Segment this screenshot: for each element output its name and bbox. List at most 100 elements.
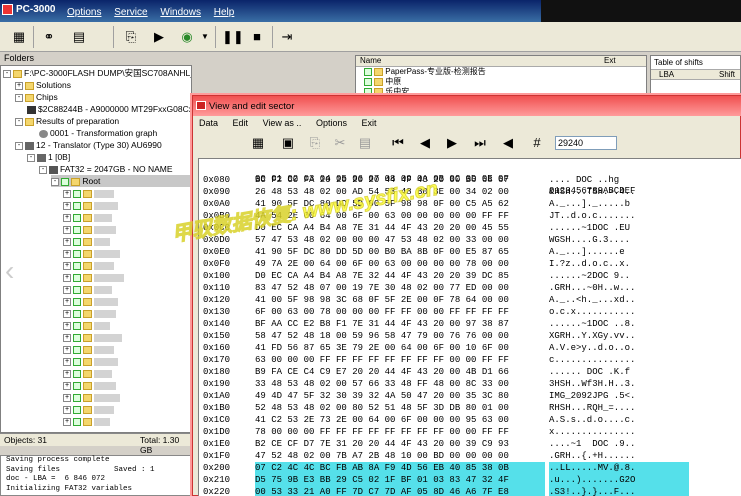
hex-row[interactable]: 0x1F0 47 52 48 02 00 7B A7 2B 48 10 00 BD…	[199, 450, 739, 462]
tree-child[interactable]: +	[63, 259, 115, 271]
tree-child[interactable]: +	[63, 379, 117, 391]
tree-child[interactable]: +	[63, 307, 117, 319]
hex-row[interactable]: 0x100 D0 EC CA A4 B4 A8 7E 32 44 4F 43 20…	[199, 270, 739, 282]
menu-data[interactable]: Data	[199, 118, 218, 128]
hex-row[interactable]: 0x090 26 48 53 48 02 00 AD 54 53 48 B0 3E…	[199, 186, 739, 198]
stop-icon[interactable]: ■	[250, 28, 264, 46]
menu-edit[interactable]: Edit	[233, 118, 249, 128]
menu-help[interactable]: Help	[214, 7, 235, 18]
tree-item-graph[interactable]: 0001 - Transformation graph	[39, 127, 157, 139]
menu-view-as[interactable]: View as ..	[263, 118, 302, 128]
hex-off: 0x200	[203, 463, 231, 473]
hex-row[interactable]: 0x1E0 B2 CE CF D7 7E 31 20 20 44 4F 43 20…	[199, 438, 739, 450]
prev-icon[interactable]: ◀	[418, 134, 432, 152]
hex-row[interactable]: 0x180 B9 FA CE C4 C9 E7 20 20 44 4F 43 20…	[199, 366, 739, 378]
hex-row[interactable]: 0x0F0 49 7A 2E 00 64 00 6F 00 63 00 00 00…	[199, 258, 739, 270]
globe-run-icon[interactable]: ◉	[176, 28, 198, 46]
tree-item-translator[interactable]: -12 - Translator (Type 30) AU6990	[15, 139, 162, 151]
hex-row[interactable]: 0x1A0 49 4D 47 5F 32 30 39 32 4A 50 47 20…	[199, 390, 739, 402]
hex-row[interactable]: 0x150 58 47 52 48 18 00 59 96 58 47 79 00…	[199, 330, 739, 342]
tree-item-chips[interactable]: - Chips	[15, 91, 58, 103]
tree-item-fat32[interactable]: - FAT32 = 2047GB - NO NAME	[39, 163, 173, 175]
last-icon[interactable]: ⏭	[473, 134, 487, 152]
hex-row[interactable]: 0x1C0 41 C2 53 2E 73 2E 00 64 00 6F 00 00…	[199, 414, 739, 426]
tree-child[interactable]: +	[63, 187, 115, 199]
tree-item-partition[interactable]: -1 [0B]	[27, 151, 70, 163]
tree-child[interactable]: +	[63, 271, 125, 283]
sector-input[interactable]	[555, 136, 617, 150]
play-icon[interactable]: ▶	[152, 28, 166, 46]
hex-asc: A._...]......e	[549, 247, 625, 257]
tree-item-solutions[interactable]: + Solutions	[15, 79, 71, 91]
chip-icon[interactable]: ▦	[10, 28, 28, 46]
first-icon[interactable]: ⏮	[391, 134, 405, 152]
tree-item-results[interactable]: - Results of preparation	[15, 115, 119, 127]
paste-icon[interactable]: ▤	[358, 134, 372, 152]
chevron-left-icon[interactable]: ‹	[5, 255, 14, 287]
hex-bytes: 78 00 00 00 FF FF FF FF FF FF FF FF 00 0…	[255, 427, 509, 437]
goto-icon[interactable]: #	[529, 134, 545, 152]
tree-child[interactable]: +	[63, 295, 119, 307]
menu-options[interactable]: Options	[67, 7, 101, 18]
col-ext[interactable]: Ext	[604, 56, 616, 65]
cut-icon[interactable]: ✂	[333, 134, 347, 152]
tree-child[interactable]: +	[63, 367, 113, 379]
hex-off: 0x120	[203, 295, 231, 305]
hex-bytes: 41 FD 56 87 65 3E 79 2E 00 64 00 6F 00 1…	[255, 343, 509, 353]
tree-child[interactable]: +	[63, 403, 115, 415]
tree-child[interactable]: +	[63, 391, 121, 403]
chevron-down-icon[interactable]: ▼	[200, 28, 210, 46]
tree-child[interactable]: +	[63, 415, 111, 427]
col-name[interactable]: Name	[360, 56, 381, 65]
tree-child[interactable]: +	[63, 199, 119, 211]
menu-options[interactable]: Options	[316, 118, 347, 128]
copy-icon[interactable]: ⎘	[308, 134, 322, 152]
tree-child[interactable]: +	[63, 355, 119, 367]
export-icon[interactable]: ⎘	[122, 28, 140, 46]
tree-child[interactable]: +	[63, 223, 117, 235]
hex-row[interactable]: 0x0E0 41 90 5F DC 80 DD 5D 00 B0 BA 8B 0F…	[199, 246, 739, 258]
log-line: Saving process complete	[6, 456, 110, 464]
next-icon[interactable]: ▶	[445, 134, 459, 152]
tree-child[interactable]: +	[63, 283, 113, 295]
grid-icon[interactable]: ▤	[70, 28, 88, 46]
hex-asc: I.?z..d.o.c..x.	[549, 259, 631, 269]
file-row[interactable]: PaperPass-专业版-检测报告	[364, 67, 646, 77]
binoculars-icon[interactable]: ⚭	[40, 28, 58, 46]
tree-item-root[interactable]: - Root	[51, 175, 191, 187]
menu-exit[interactable]: Exit	[361, 118, 376, 128]
tree-child[interactable]: +	[63, 343, 115, 355]
tree-root[interactable]: - F:\PC-3000FLASH DUMP\安国SC708ANHL_8G	[3, 67, 191, 79]
hex-row[interactable]: 0x200 07 C2 4C 4C BC FB AB 8A F9 4D 56 EB…	[199, 462, 739, 474]
col-shift[interactable]: Shift	[719, 70, 735, 79]
exit-icon[interactable]: ⇥	[280, 28, 294, 46]
hex-row[interactable]: 0x1D0 78 00 00 00 FF FF FF FF FF FF FF FF…	[199, 426, 739, 438]
file-row[interactable]: 中原	[364, 77, 646, 87]
hex-row[interactable]: 0x140 BF AA CC E2 B8 F1 7E 31 44 4F 43 20…	[199, 318, 739, 330]
hex-row[interactable]: 0x1B0 52 48 53 48 02 00 80 52 51 48 5F 3D…	[199, 402, 739, 414]
hex-row[interactable]: 0x170 63 00 00 00 FF FF FF FF FF FF FF FF…	[199, 354, 739, 366]
pause-icon[interactable]: ❚❚	[222, 28, 244, 46]
tree-child[interactable]: +	[63, 247, 121, 259]
col-lba[interactable]: LBA	[659, 70, 674, 79]
tree-child[interactable]: +	[63, 235, 111, 247]
tree-child[interactable]: +	[63, 319, 111, 331]
hex-row[interactable]: 0x130 6F 00 63 00 78 00 00 00 FF FF 00 00…	[199, 306, 739, 318]
tree-item-chip[interactable]: $2C88244B - A9000000 MT29FxxG08Cxx	[27, 103, 191, 115]
menu-windows[interactable]: Windows	[160, 7, 201, 18]
hex-row[interactable]: 0x220 00 53 33 21 A0 FF 7D C7 7D AF 05 8D…	[199, 486, 739, 496]
hex-row[interactable]: 0x120 41 00 5F 98 98 3C 68 0F 5F 2E 00 0F…	[199, 294, 739, 306]
menu-service[interactable]: Service	[114, 7, 147, 18]
shifts-title: Table of shifts	[654, 58, 703, 67]
hex-row[interactable]: 0x190 33 48 53 48 02 00 57 66 33 48 FF 48…	[199, 378, 739, 390]
hex-row[interactable]: 0x160 41 FD 56 87 65 3E 79 2E 00 64 00 6F…	[199, 342, 739, 354]
hex-row[interactable]: 0x080 BC F2 C0 FA 20 20 20 20 44 4F 43 20…	[199, 174, 739, 186]
hex-row[interactable]: 0x110 83 47 52 48 07 00 19 7E 30 48 02 00…	[199, 282, 739, 294]
tree-child[interactable]: +	[63, 211, 113, 223]
open-icon[interactable]: ▣	[281, 134, 295, 152]
tree-child[interactable]: +	[63, 331, 123, 343]
hex-row[interactable]: 0x210 D5 75 9B E3 BB 29 C5 02 1F BF 01 03…	[199, 474, 739, 486]
save-icon[interactable]: ▦	[251, 134, 265, 152]
hex-row[interactable]: 0x0D0 57 47 53 48 02 00 00 00 47 53 48 02…	[199, 234, 739, 246]
back-icon[interactable]: ◀	[501, 134, 515, 152]
